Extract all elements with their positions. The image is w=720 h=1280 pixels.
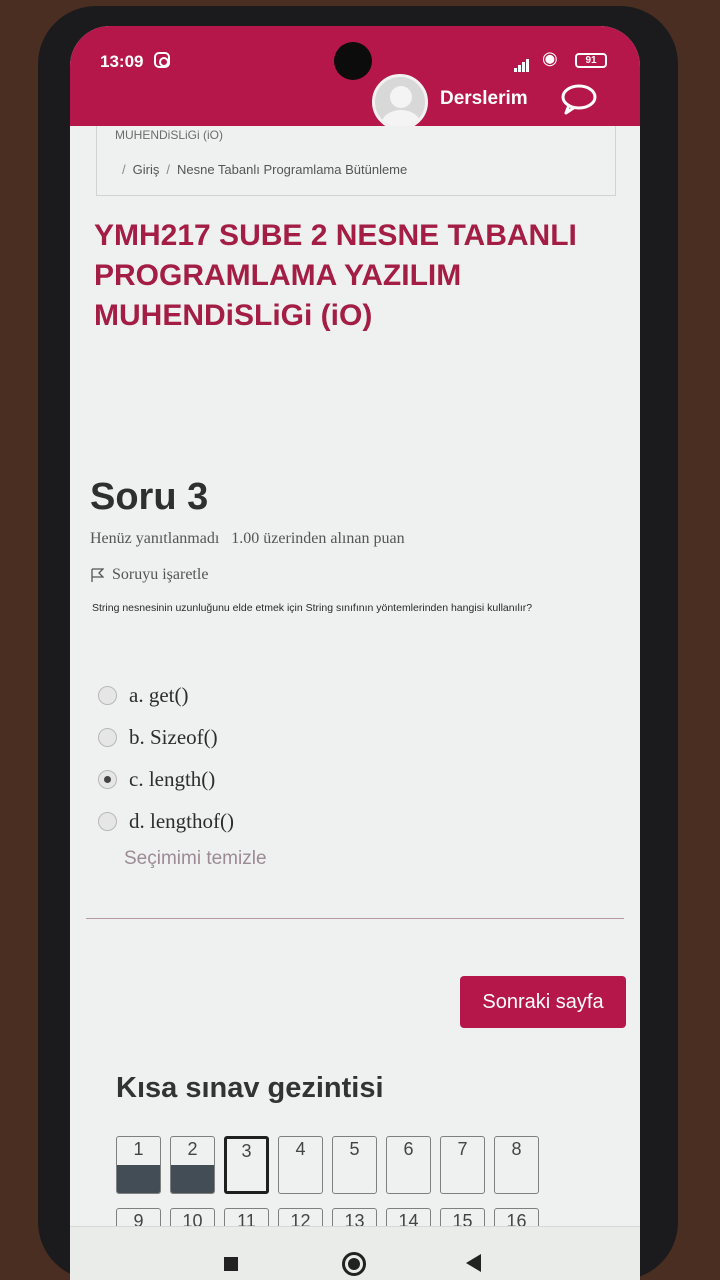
flag-icon — [91, 567, 104, 582]
question-points: 1.00 üzerinden alınan puan — [231, 530, 405, 547]
status-time: 13:09 — [100, 52, 144, 71]
breadcrumb-panel: MUHENDiSLiGi (iO) / Giriş / Nesne Tabanlı P… — [96, 126, 616, 196]
breadcrumb-home[interactable]: Giriş — [133, 162, 160, 177]
next-page-button[interactable]: Sonraki sayfa — [460, 976, 626, 1028]
quiz-nav-number: 8 — [511, 1139, 522, 1159]
question-text: String nesnesinin uzunluğunu elde etmek … — [92, 602, 533, 614]
quiz-nav-button-6[interactable]: 6 — [386, 1136, 431, 1194]
radio-b[interactable] — [98, 727, 117, 747]
answer-label: d. lengthof() — [129, 808, 234, 833]
flag-label: Soruyu işaretle — [112, 566, 209, 583]
answer-option-b[interactable]: b. Sizeof() — [98, 716, 234, 758]
flag-question-link[interactable]: Soruyu işaretle — [90, 566, 208, 584]
clear-choice-link[interactable]: Seçimimi temizle — [124, 848, 267, 870]
radio-a[interactable] — [98, 685, 117, 705]
instagram-icon — [154, 52, 170, 68]
app-bar: 13:09 ◉ 91 Derslerim — [70, 26, 640, 130]
answer-option-a[interactable]: a. get() — [98, 674, 234, 716]
courses-link[interactable]: Derslerim — [440, 88, 528, 110]
question-info: Henüz yanıtlanmadı 1.00 üzerinden alınan … — [90, 530, 405, 548]
quiz-nav-number: 3 — [241, 1141, 252, 1161]
answer-option-c[interactable]: c. length() — [98, 758, 234, 800]
header-title-truncated: MUHENDiSLiGi (iO) — [115, 128, 223, 142]
recents-icon[interactable] — [224, 1257, 238, 1271]
system-nav-bar — [70, 1226, 640, 1280]
quiz-nav-button-2[interactable]: 2 — [170, 1136, 215, 1194]
quiz-nav-button-1[interactable]: 1 — [116, 1136, 161, 1194]
answer-options: a. get() b. Sizeof() c. length() d. leng… — [98, 674, 234, 842]
screen: 13:09 ◉ 91 Derslerim MUHENDiSLiGi (iO) /… — [70, 26, 640, 1280]
quiz-nav-button-8[interactable]: 8 — [494, 1136, 539, 1194]
quiz-nav-number: 6 — [403, 1139, 414, 1159]
answered-indicator — [171, 1165, 214, 1193]
quiz-nav-number: 7 — [457, 1139, 468, 1159]
answered-indicator — [117, 1165, 160, 1193]
quiz-nav-number: 1 — [133, 1139, 144, 1159]
battery-indicator: 91 — [575, 53, 607, 68]
chat-icon[interactable] — [560, 82, 598, 116]
page-title: YMH217 SUBE 2 NESNE TABANLI PROGRAMLAMA … — [94, 219, 577, 332]
back-icon[interactable] — [466, 1254, 481, 1272]
quiz-navigation-title: Kısa sınav gezintisi — [116, 1072, 384, 1104]
answer-label: c. length() — [129, 766, 216, 791]
quiz-nav-number: 5 — [349, 1139, 360, 1159]
quiz-nav-button-3[interactable]: 3 — [224, 1136, 269, 1194]
quiz-nav-button-4[interactable]: 4 — [278, 1136, 323, 1194]
signal-icon — [514, 54, 530, 72]
answer-label: a. get() — [129, 682, 189, 707]
radio-c[interactable] — [98, 769, 117, 789]
front-camera — [334, 42, 372, 80]
question-status: Henüz yanıtlanmadı — [90, 530, 220, 547]
wifi-icon: ◉ — [542, 48, 558, 68]
quiz-nav-number: 4 — [295, 1139, 306, 1159]
question-heading: Soru 3 — [90, 476, 209, 518]
radio-d[interactable] — [98, 811, 117, 831]
avatar[interactable] — [372, 74, 428, 130]
quiz-nav-button-5[interactable]: 5 — [332, 1136, 377, 1194]
breadcrumb: / Giriş / Nesne Tabanlı Programlama Bütünle… — [122, 162, 408, 177]
divider — [86, 918, 624, 919]
home-icon[interactable] — [342, 1252, 366, 1276]
quiz-nav-number: 2 — [187, 1139, 198, 1159]
answer-label: b. Sizeof() — [129, 724, 218, 749]
answer-option-d[interactable]: d. lengthof() — [98, 800, 234, 842]
breadcrumb-quiz[interactable]: Nesne Tabanlı Programlama Bütünleme — [177, 162, 407, 177]
quiz-nav-button-7[interactable]: 7 — [440, 1136, 485, 1194]
